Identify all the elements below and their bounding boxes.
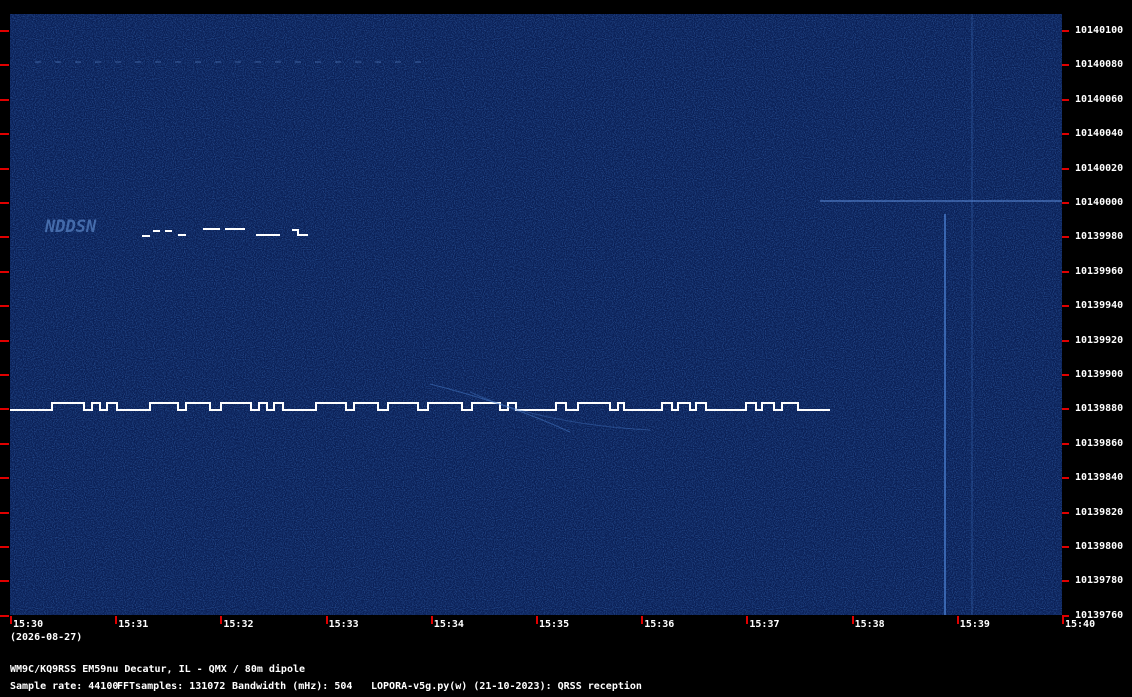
freq-tick: [1062, 305, 1069, 308]
left-tick: [0, 167, 9, 170]
time-tick: [641, 616, 644, 624]
left-tick: [0, 236, 9, 239]
time-tick: [746, 616, 749, 624]
time-tick: [10, 616, 12, 624]
freq-label: 10139940: [1075, 300, 1124, 312]
freq-tick: [1062, 339, 1069, 342]
time-tick: [115, 616, 118, 624]
time-tick: [430, 616, 433, 624]
time-label: 15:34: [433, 619, 464, 630]
left-tick: [0, 477, 9, 480]
left-tick: [0, 202, 9, 204]
freq-label: 10140000: [1075, 197, 1124, 208]
station-info: WM9C/KQ9RSS EM59nu Decatur, IL - QMX / 8…: [10, 664, 306, 675]
left-tick: [0, 546, 9, 548]
time-tick: [536, 616, 538, 624]
time-tick: [851, 616, 854, 624]
freq-label: 10139800: [1075, 541, 1124, 552]
left-tick: [0, 30, 9, 32]
left-tick: [0, 442, 9, 445]
freq-label: 10140100: [1075, 25, 1124, 36]
time-label: 15:36: [644, 619, 675, 630]
decoded-callsign: NDDSN: [44, 217, 97, 237]
freq-tick: [1062, 64, 1069, 67]
freq-tick: [1062, 202, 1069, 204]
freq-tick: [1062, 374, 1069, 376]
time-label: 15:31: [118, 619, 149, 630]
time-label: 15:30: [13, 619, 44, 630]
fft-samples: FFTsamples: 131072: [117, 681, 226, 692]
left-tick: [0, 580, 9, 583]
time-label: 15:38: [854, 619, 885, 630]
left-tick: [0, 64, 9, 67]
freq-tick: [1062, 546, 1069, 548]
freq-label: 10139980: [1075, 231, 1124, 243]
freq-label: 10140020: [1075, 162, 1124, 174]
time-tick: [220, 616, 223, 624]
time-label: 15:32: [223, 619, 254, 630]
freq-label: 10139860: [1075, 437, 1124, 449]
left-tick: [0, 408, 9, 411]
freq-label: 10139840: [1075, 472, 1124, 484]
bandwidth: Bandwidth (mHz): 504: [232, 681, 353, 692]
freq-tick: [1062, 408, 1069, 411]
left-tick: [0, 305, 9, 308]
time-label: 15:40: [1065, 619, 1096, 630]
freq-label: 10139960: [1075, 265, 1124, 277]
waterfall-spectrogram: NDDSN: [10, 14, 1062, 615]
left-tick: [0, 339, 9, 342]
freq-label: 10140080: [1075, 59, 1124, 71]
freq-label: 10139920: [1075, 334, 1124, 346]
freq-tick: [1062, 442, 1069, 445]
freq-label: 10139900: [1075, 369, 1124, 380]
freq-label: 10139880: [1075, 403, 1124, 415]
software-version: LOPORA-v5g.py(w) (21-10-2023): QRSS rece…: [371, 681, 642, 692]
time-tick: [325, 616, 328, 624]
time-label: 15:39: [959, 619, 990, 630]
left-tick: [0, 98, 9, 101]
freq-tick: [1062, 270, 1069, 273]
time-label: 15:33: [328, 619, 359, 630]
freq-tick: [1062, 580, 1069, 583]
left-tick: [0, 133, 9, 136]
left-tick: [0, 270, 9, 273]
freq-tick: [1062, 236, 1069, 239]
time-tick: [956, 616, 959, 624]
freq-label: 10139780: [1075, 575, 1124, 587]
freq-tick: [1062, 133, 1069, 136]
freq-tick: [1062, 98, 1069, 101]
left-tick: [0, 614, 9, 617]
sample-rate: Sample rate: 44100: [10, 681, 119, 692]
left-tick: [0, 374, 9, 376]
time-label: 15:37: [749, 619, 780, 630]
freq-tick: [1062, 167, 1069, 170]
freq-tick: [1062, 477, 1069, 480]
date-label: (2026-08-27): [10, 632, 83, 643]
time-tick: [1062, 616, 1064, 624]
freq-label: 10140040: [1075, 128, 1124, 140]
freq-label: 10140060: [1075, 93, 1124, 105]
waterfall-noise: [10, 14, 1062, 615]
freq-label: 10139820: [1075, 506, 1124, 518]
freq-tick: [1062, 30, 1069, 32]
left-tick: [0, 511, 9, 514]
time-label: 15:35: [539, 619, 570, 630]
freq-tick: [1062, 511, 1069, 514]
